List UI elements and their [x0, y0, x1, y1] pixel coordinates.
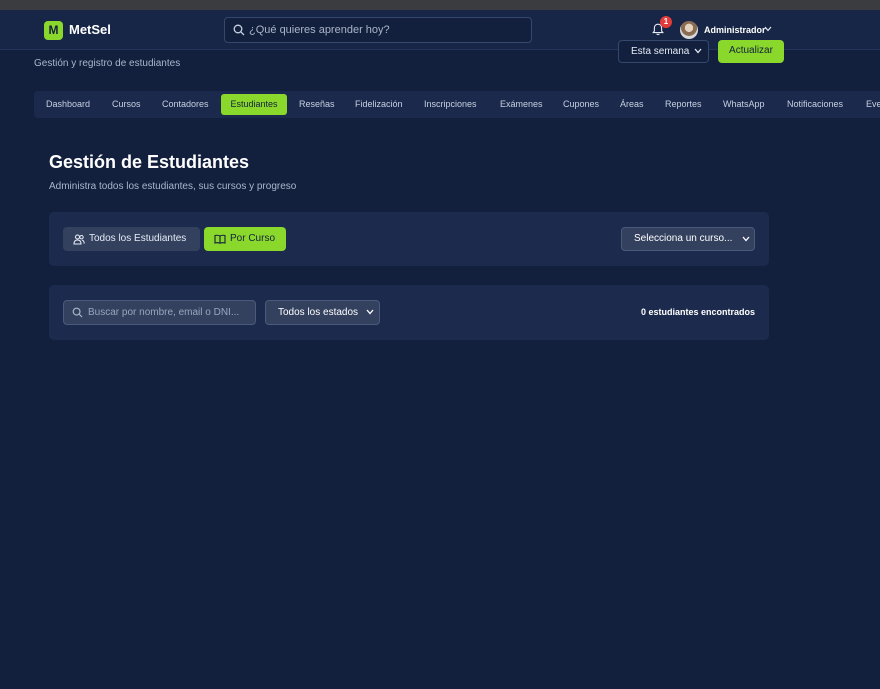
chevron-down-icon [742, 236, 750, 242]
filters-card: Todos los estados 0 estudiantes encontra… [49, 285, 769, 340]
nav-item-cupones[interactable]: Cupones [563, 94, 599, 115]
nav-item-fidelizacion[interactable]: Fidelización [355, 94, 403, 115]
header-subtitle: Gestión y registro de estudiantes [34, 58, 181, 69]
state-select[interactable]: Todos los estados [265, 300, 380, 325]
search-icon [233, 24, 245, 36]
result-count: 0 estudiantes encontrados [640, 307, 755, 317]
nav-item-eventos[interactable]: Eve [866, 94, 880, 115]
student-search[interactable] [63, 300, 256, 325]
main-nav: Dashboard Cursos Contadores Estudiantes … [34, 91, 880, 118]
search-icon [72, 307, 83, 318]
notification-badge: 1 [660, 16, 672, 28]
global-search-input[interactable] [249, 18, 525, 42]
period-select-value: Esta semana [631, 46, 690, 57]
global-search[interactable] [224, 17, 532, 43]
app-name[interactable]: MetSel [69, 22, 111, 37]
by-course-label: Por Curso [230, 233, 276, 244]
nav-item-dashboard[interactable]: Dashboard [46, 94, 90, 115]
logo-icon[interactable]: M [44, 21, 63, 40]
page-title: Gestión de Estudiantes [49, 152, 250, 172]
view-toggle-card: Todos los Estudiantes Por Curso Seleccio… [49, 212, 769, 266]
course-select[interactable]: Selecciona un curso... [621, 227, 755, 251]
chevron-down-icon [366, 309, 374, 315]
user-name[interactable]: Administrador [704, 25, 766, 35]
all-students-button[interactable]: Todos los Estudiantes [63, 227, 200, 251]
nav-item-estudiantes[interactable]: Estudiantes [221, 94, 287, 115]
student-search-input[interactable] [88, 301, 253, 324]
state-select-value: Todos los estados [278, 307, 359, 318]
browser-strip [0, 0, 880, 10]
nav-item-cursos[interactable]: Cursos [112, 94, 141, 115]
nav-item-resenas[interactable]: Reseñas [299, 94, 335, 115]
nav-item-notificaciones[interactable]: Notificaciones [787, 94, 843, 115]
nav-item-reportes[interactable]: Reportes [665, 94, 702, 115]
page-subtitle: Administra todos los estudiantes, sus cu… [49, 181, 297, 192]
avatar[interactable] [680, 21, 698, 39]
nav-item-examenes[interactable]: Exámenes [500, 94, 543, 115]
users-icon [73, 234, 85, 245]
chevron-down-icon[interactable] [764, 26, 772, 32]
by-course-button[interactable]: Por Curso [204, 227, 286, 251]
nav-item-contadores[interactable]: Contadores [162, 94, 209, 115]
refresh-button[interactable]: Actualizar [718, 40, 784, 63]
nav-item-inscripciones[interactable]: Inscripciones [424, 94, 477, 115]
all-students-label: Todos los Estudiantes [89, 233, 187, 244]
nav-item-whatsapp[interactable]: WhatsApp [723, 94, 765, 115]
course-select-value: Selecciona un curso... [634, 233, 733, 244]
nav-item-areas[interactable]: Áreas [620, 94, 644, 115]
book-open-icon [214, 234, 226, 244]
period-select[interactable]: Esta semana [618, 40, 709, 63]
chevron-down-icon [694, 48, 702, 54]
